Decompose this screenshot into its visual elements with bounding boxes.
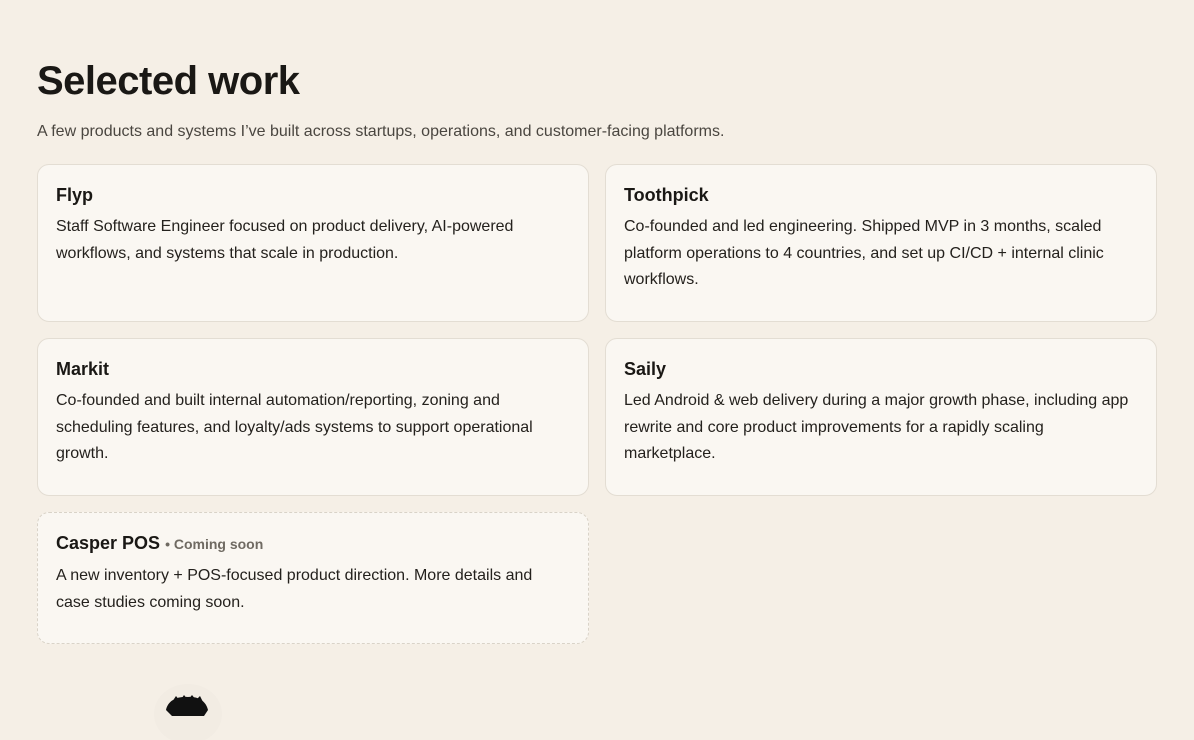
page-title: Selected work bbox=[37, 59, 300, 103]
project-name: Casper POS bbox=[56, 533, 161, 553]
project-title: Toothpick bbox=[624, 184, 1138, 206]
project-card-markit[interactable]: Markit Co-founded and built internal aut… bbox=[37, 338, 589, 496]
page-subtitle: A few products and systems I’ve built ac… bbox=[37, 123, 725, 140]
project-card-flyp[interactable]: Flyp Staff Software Engineer focused on … bbox=[37, 164, 589, 322]
project-grid: Flyp Staff Software Engineer focused on … bbox=[37, 164, 1157, 644]
coming-soon-badge: • Coming soon bbox=[165, 536, 264, 552]
project-name: Markit bbox=[56, 359, 110, 379]
project-description: Co-founded and built internal automation… bbox=[56, 392, 533, 462]
avatar-illustration-icon bbox=[154, 684, 222, 740]
project-title: Flyp bbox=[56, 184, 570, 206]
project-title: Markit bbox=[56, 358, 570, 380]
project-card-toothpick[interactable]: Toothpick Co-founded and led engineering… bbox=[605, 164, 1157, 322]
project-description: A new inventory + POS-focused product di… bbox=[56, 567, 533, 611]
project-title: Casper POS • Coming soon bbox=[56, 532, 570, 555]
avatar bbox=[138, 680, 238, 740]
project-title: Saily bbox=[624, 358, 1138, 380]
project-description: Staff Software Engineer focused on produ… bbox=[56, 218, 514, 262]
project-name: Saily bbox=[624, 359, 667, 379]
project-description: Co-founded and led engineering. Shipped … bbox=[624, 218, 1104, 288]
project-name: Flyp bbox=[56, 185, 94, 205]
project-description: Led Android & web delivery during a majo… bbox=[624, 392, 1129, 462]
project-name: Toothpick bbox=[624, 185, 709, 205]
project-card-saily[interactable]: Saily Led Android & web delivery during … bbox=[605, 338, 1157, 496]
project-card-casper-pos: Casper POS • Coming soon A new inventory… bbox=[37, 512, 589, 644]
